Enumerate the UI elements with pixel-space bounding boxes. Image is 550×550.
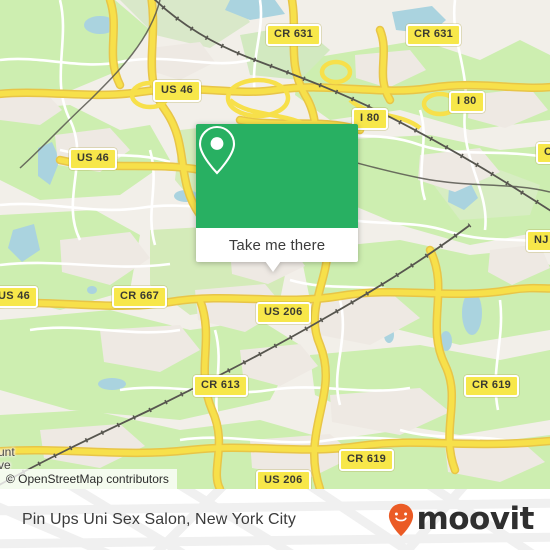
moovit-logo[interactable]: moovit (388, 503, 534, 537)
take-me-there-label: Take me there (228, 236, 326, 254)
take-me-there-button[interactable]: Take me there (196, 228, 358, 262)
location-callout[interactable]: Take me there (196, 124, 358, 272)
road-shield: US 206 (256, 302, 311, 324)
location-title: Pin Ups Uni Sex Salon, New York City (22, 510, 296, 528)
footer-bar: Pin Ups Uni Sex Salon, New York City moo… (0, 489, 550, 550)
road-shield: US 206 (256, 470, 311, 489)
road-shield: CR 613 (193, 375, 249, 397)
road-shield: US 46 (153, 80, 202, 102)
map-attribution[interactable]: © OpenStreetMap contributors (0, 469, 177, 489)
attribution-text: © OpenStreetMap contributors (6, 472, 169, 486)
road-shield: CR 619 (339, 449, 395, 471)
map-canvas[interactable]: CR 631 CR 631 US 46 I 80 I 80 US 46 CR 6… (0, 0, 550, 489)
callout-image-panel (196, 124, 358, 228)
moovit-wordmark: moovit (416, 501, 534, 537)
moovit-map-screenshot: CR 631 CR 631 US 46 I 80 I 80 US 46 CR 6… (0, 0, 550, 550)
road-shield: US 46 (69, 148, 118, 170)
moovit-pin-smiley-icon (389, 503, 414, 536)
road-shield: CR 6 (536, 142, 550, 164)
road-shield: CR 667 (112, 286, 168, 308)
callout-pointer (265, 261, 281, 272)
road-shield: NJ 1 (526, 230, 550, 252)
road-shield: CR 631 (406, 24, 462, 46)
map-pin-icon (198, 125, 236, 175)
road-shield: US 46 (0, 286, 39, 308)
road-shield: CR 619 (464, 375, 520, 397)
road-shield: CR 631 (266, 24, 322, 46)
road-shield: I 80 (449, 91, 485, 113)
